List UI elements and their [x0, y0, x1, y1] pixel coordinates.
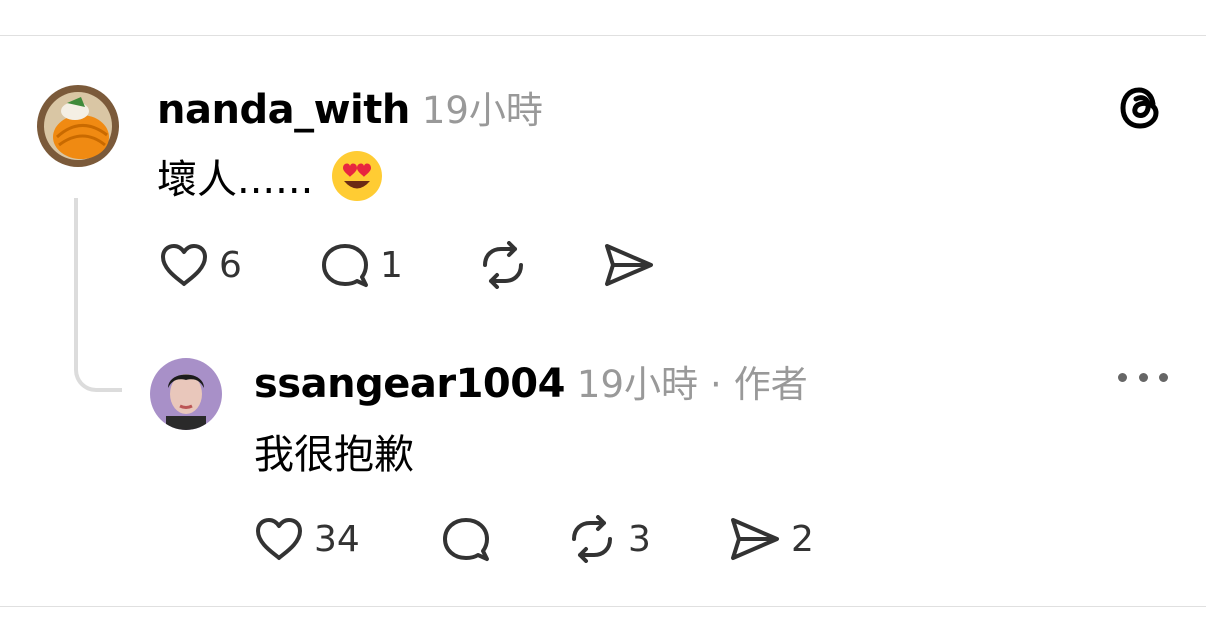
like-count: 6: [219, 244, 242, 286]
reply-like-button[interactable]: 34: [254, 515, 360, 563]
reply-username[interactable]: ssangear1004: [254, 361, 565, 407]
reply-repost-count: 3: [628, 518, 651, 560]
threads-logo-icon[interactable]: [1116, 82, 1166, 132]
more-options-button[interactable]: [1118, 366, 1168, 388]
reply-button[interactable]: 1: [320, 241, 403, 289]
top-divider: [0, 35, 1206, 36]
reply-like-count: 34: [314, 518, 360, 560]
reply-time: 19小時: [576, 363, 698, 406]
reply-comment-button[interactable]: [441, 515, 491, 563]
avatar-nanda-with[interactable]: [37, 85, 119, 167]
heart-eyes-emoji-icon: [331, 150, 383, 202]
avatar-ssangear1004[interactable]: [150, 358, 222, 430]
meta-separator: ·: [710, 363, 722, 406]
like-button[interactable]: 6: [159, 241, 242, 289]
repost-button[interactable]: [477, 241, 529, 289]
repost-icon: [483, 241, 523, 289]
comment-body: 壞人......: [157, 148, 383, 204]
thread-connector-line: [74, 198, 122, 392]
reply-share-count: 2: [791, 518, 814, 560]
comment-time: 19小時: [421, 89, 543, 132]
heart-icon: [256, 518, 302, 560]
heart-icon: [161, 244, 207, 286]
reply-header: ssangear1004 19小時 · 作者: [254, 354, 808, 408]
comment-icon: [443, 518, 489, 561]
reply-text: 我很抱歉: [254, 432, 414, 478]
repost-icon: [572, 515, 612, 563]
comment-header: nanda_with 19小時: [157, 80, 543, 134]
comment-text: 壞人......: [157, 157, 314, 203]
comment-username[interactable]: nanda_with: [157, 87, 410, 133]
bottom-divider: [0, 606, 1206, 607]
send-icon: [731, 518, 779, 560]
author-badge: 作者: [733, 363, 808, 406]
more-icon: [1118, 372, 1127, 382]
send-icon: [605, 244, 653, 286]
reply-repost-button[interactable]: 3: [566, 515, 651, 563]
comment-icon: [322, 244, 368, 287]
reply-body: 我很抱歉: [254, 423, 414, 479]
share-button[interactable]: [603, 241, 655, 289]
reply-share-button[interactable]: 2: [729, 515, 814, 563]
reply-count: 1: [380, 244, 403, 286]
